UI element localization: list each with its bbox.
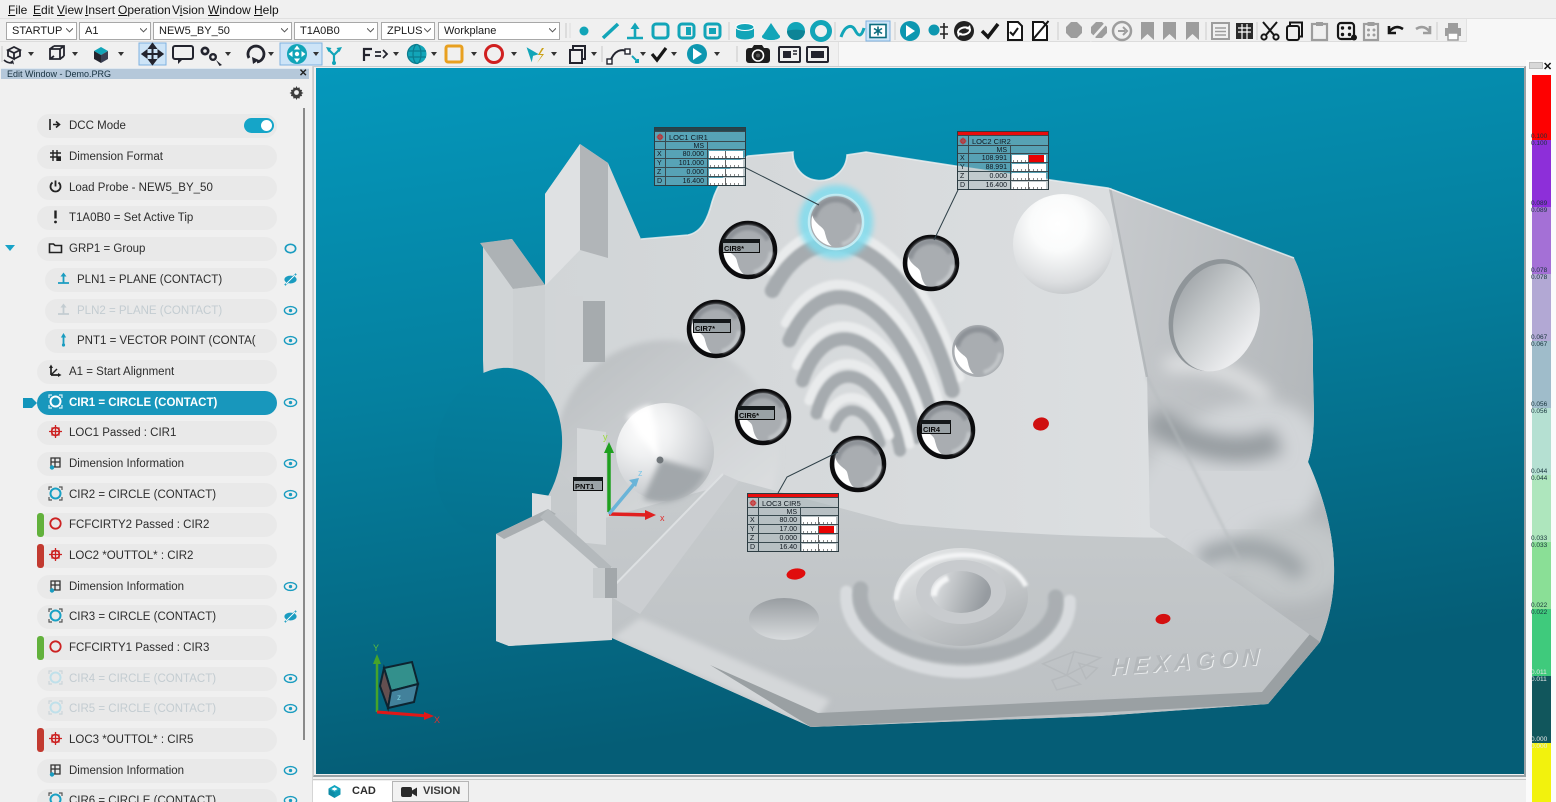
- svg-text:z: z: [638, 468, 643, 478]
- svg-text:x: x: [660, 513, 665, 523]
- svg-text:X: X: [434, 715, 440, 725]
- svg-text:z: z: [397, 693, 401, 702]
- svg-text:Y: Y: [373, 643, 379, 653]
- svg-text:y: y: [603, 432, 608, 442]
